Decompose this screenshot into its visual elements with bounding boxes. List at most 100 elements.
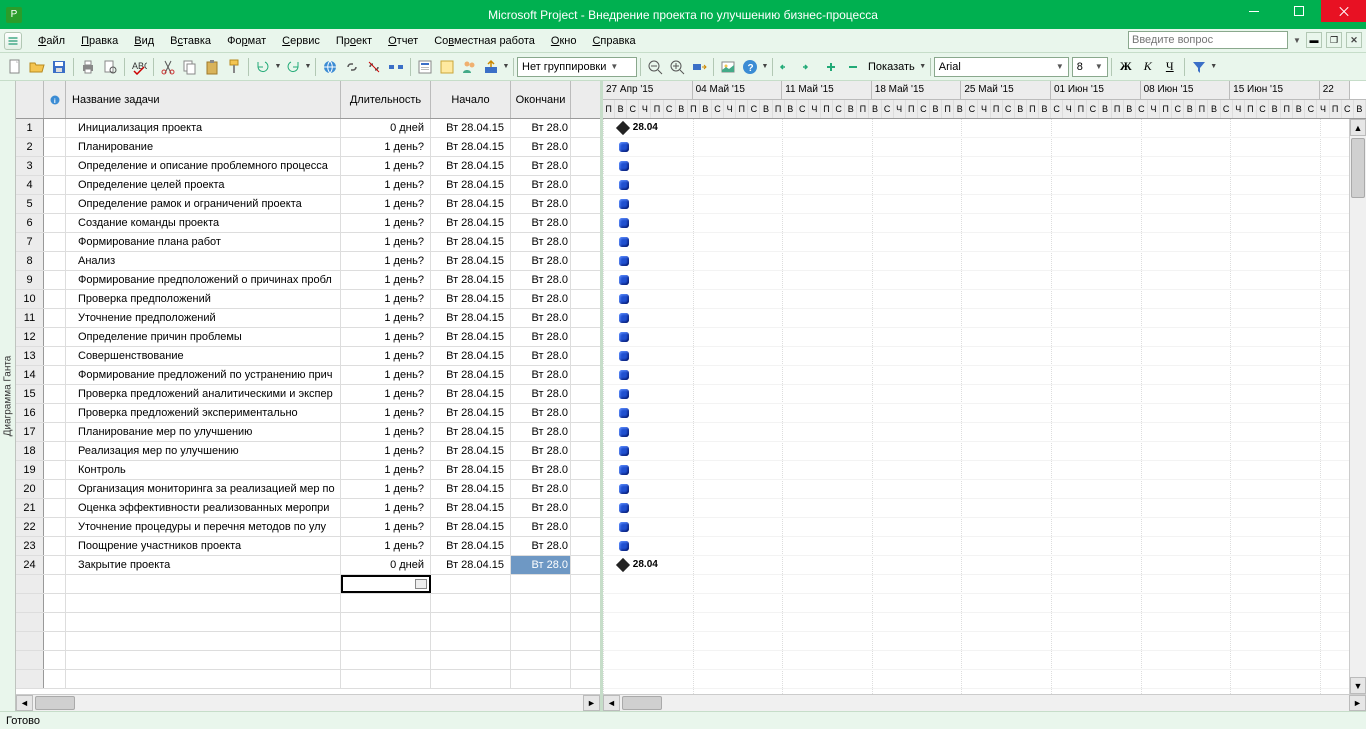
task-row[interactable]: 5Определение рамок и ограничений проекта… bbox=[16, 195, 600, 214]
scroll-thumb[interactable] bbox=[35, 696, 75, 710]
task-row[interactable]: 15Проверка предложений аналитическими и … bbox=[16, 385, 600, 404]
outdent-icon[interactable] bbox=[776, 56, 798, 78]
info-cell[interactable] bbox=[44, 252, 66, 270]
minimize-button[interactable] bbox=[1231, 0, 1276, 22]
duration-cell[interactable]: 1 день? bbox=[341, 195, 431, 213]
name-cell[interactable]: Инициализация проекта bbox=[66, 119, 341, 137]
duration-cell[interactable]: 1 день? bbox=[341, 290, 431, 308]
font-size-combo[interactable]: 8 ▼ bbox=[1072, 57, 1108, 77]
task-bar[interactable] bbox=[619, 275, 629, 285]
open-file-icon[interactable] bbox=[26, 56, 48, 78]
info-cell[interactable] bbox=[44, 366, 66, 384]
scroll-left-button[interactable]: ◄ bbox=[16, 695, 33, 711]
start-cell[interactable]: Вт 28.04.15 bbox=[431, 499, 511, 517]
redo-dropdown[interactable]: ▼ bbox=[304, 63, 312, 70]
name-cell[interactable]: Определение рамок и ограничений проекта bbox=[66, 195, 341, 213]
name-cell[interactable]: Оценка эффективности реализованных мероп… bbox=[66, 499, 341, 517]
duration-cell[interactable]: 1 день? bbox=[341, 518, 431, 536]
start-cell[interactable]: Вт 28.04.15 bbox=[431, 461, 511, 479]
print-preview-icon[interactable] bbox=[99, 56, 121, 78]
info-cell[interactable] bbox=[44, 290, 66, 308]
duration-cell[interactable]: 1 день? bbox=[341, 233, 431, 251]
finish-cell[interactable]: Вт 28.0 bbox=[511, 214, 571, 232]
hyperlink-icon[interactable] bbox=[319, 56, 341, 78]
task-row[interactable]: 10Проверка предположений1 день?Вт 28.04.… bbox=[16, 290, 600, 309]
info-cell[interactable] bbox=[44, 442, 66, 460]
task-bar[interactable] bbox=[619, 446, 629, 456]
name-cell[interactable]: Определение целей проекта bbox=[66, 176, 341, 194]
info-cell[interactable] bbox=[44, 518, 66, 536]
info-cell[interactable] bbox=[44, 309, 66, 327]
gantt-row[interactable] bbox=[603, 309, 1366, 328]
unlink-task-icon[interactable] bbox=[363, 56, 385, 78]
task-bar[interactable] bbox=[619, 180, 629, 190]
task-bar[interactable] bbox=[619, 484, 629, 494]
gantt-row[interactable] bbox=[603, 385, 1366, 404]
finish-cell[interactable]: Вт 28.0 bbox=[511, 461, 571, 479]
info-cell[interactable] bbox=[44, 176, 66, 194]
menu-проект[interactable]: Проект bbox=[328, 31, 380, 51]
row-header[interactable] bbox=[16, 575, 44, 593]
name-cell[interactable]: Планирование мер по улучшению bbox=[66, 423, 341, 441]
view-bar[interactable]: Диаграмма Ганта bbox=[0, 81, 16, 711]
menu-окно[interactable]: Окно bbox=[543, 31, 585, 51]
bold-icon[interactable]: Ж bbox=[1115, 56, 1137, 78]
task-row-empty[interactable] bbox=[16, 632, 600, 651]
help-search-dropdown[interactable]: ▼ bbox=[1292, 36, 1302, 45]
duration-cell[interactable]: 1 день? bbox=[341, 461, 431, 479]
gantt-row[interactable] bbox=[603, 138, 1366, 157]
duration-cell[interactable]: 1 день? bbox=[341, 537, 431, 555]
file-menu-icon[interactable] bbox=[4, 32, 22, 50]
menu-сервис[interactable]: Сервис bbox=[274, 31, 328, 51]
finish-cell[interactable]: Вт 28.0 bbox=[511, 119, 571, 137]
finish-cell[interactable]: Вт 28.0 bbox=[511, 328, 571, 346]
row-header[interactable]: 16 bbox=[16, 404, 44, 422]
start-cell[interactable]: Вт 28.04.15 bbox=[431, 119, 511, 137]
name-column-header[interactable]: Название задачи bbox=[66, 81, 341, 118]
duration-cell[interactable]: 1 день? bbox=[341, 271, 431, 289]
start-cell[interactable]: Вт 28.04.15 bbox=[431, 480, 511, 498]
task-bar[interactable] bbox=[619, 427, 629, 437]
menu-вставка[interactable]: Вставка bbox=[162, 31, 219, 51]
task-bar[interactable] bbox=[619, 351, 629, 361]
name-cell[interactable]: Формирование плана работ bbox=[66, 233, 341, 251]
menu-отчет[interactable]: Отчет bbox=[380, 31, 426, 51]
start-cell[interactable]: Вт 28.04.15 bbox=[431, 518, 511, 536]
name-cell[interactable]: Формирование предположений о причинах пр… bbox=[66, 271, 341, 289]
task-bar[interactable] bbox=[619, 237, 629, 247]
show-subtasks-icon[interactable] bbox=[820, 56, 842, 78]
task-bar[interactable] bbox=[619, 313, 629, 323]
show-outline-label[interactable]: Показать bbox=[864, 61, 919, 73]
name-cell[interactable]: Проверка предложений экспериментально bbox=[66, 404, 341, 422]
gantt-row[interactable] bbox=[603, 214, 1366, 233]
gantt-row-empty[interactable] bbox=[603, 670, 1366, 689]
copy-picture-icon[interactable] bbox=[717, 56, 739, 78]
duration-cell[interactable]: 1 день? bbox=[341, 252, 431, 270]
row-header[interactable]: 14 bbox=[16, 366, 44, 384]
finish-cell[interactable]: Вт 28.0 bbox=[511, 366, 571, 384]
new-file-icon[interactable] bbox=[4, 56, 26, 78]
milestone-marker[interactable] bbox=[616, 558, 630, 572]
task-bar[interactable] bbox=[619, 465, 629, 475]
goto-task-icon[interactable] bbox=[688, 56, 710, 78]
start-cell[interactable]: Вт 28.04.15 bbox=[431, 423, 511, 441]
gantt-row[interactable] bbox=[603, 499, 1366, 518]
cut-icon[interactable] bbox=[157, 56, 179, 78]
duration-cell[interactable]: 1 день? bbox=[341, 423, 431, 441]
finish-cell[interactable]: Вт 28.0 bbox=[511, 252, 571, 270]
info-cell[interactable] bbox=[44, 119, 66, 137]
info-cell[interactable] bbox=[44, 385, 66, 403]
task-bar[interactable] bbox=[619, 218, 629, 228]
gantt-row[interactable] bbox=[603, 480, 1366, 499]
task-bar[interactable] bbox=[619, 332, 629, 342]
gantt-scroll-right-button[interactable]: ► bbox=[1349, 695, 1366, 711]
task-bar[interactable] bbox=[619, 408, 629, 418]
info-cell[interactable] bbox=[44, 233, 66, 251]
start-cell[interactable]: Вт 28.04.15 bbox=[431, 309, 511, 327]
task-row[interactable]: 17Планирование мер по улучшению1 день?Вт… bbox=[16, 423, 600, 442]
task-bar[interactable] bbox=[619, 142, 629, 152]
row-header[interactable]: 19 bbox=[16, 461, 44, 479]
task-bar[interactable] bbox=[619, 161, 629, 171]
save-icon[interactable] bbox=[48, 56, 70, 78]
task-row[interactable]: 3Определение и описание проблемного проц… bbox=[16, 157, 600, 176]
